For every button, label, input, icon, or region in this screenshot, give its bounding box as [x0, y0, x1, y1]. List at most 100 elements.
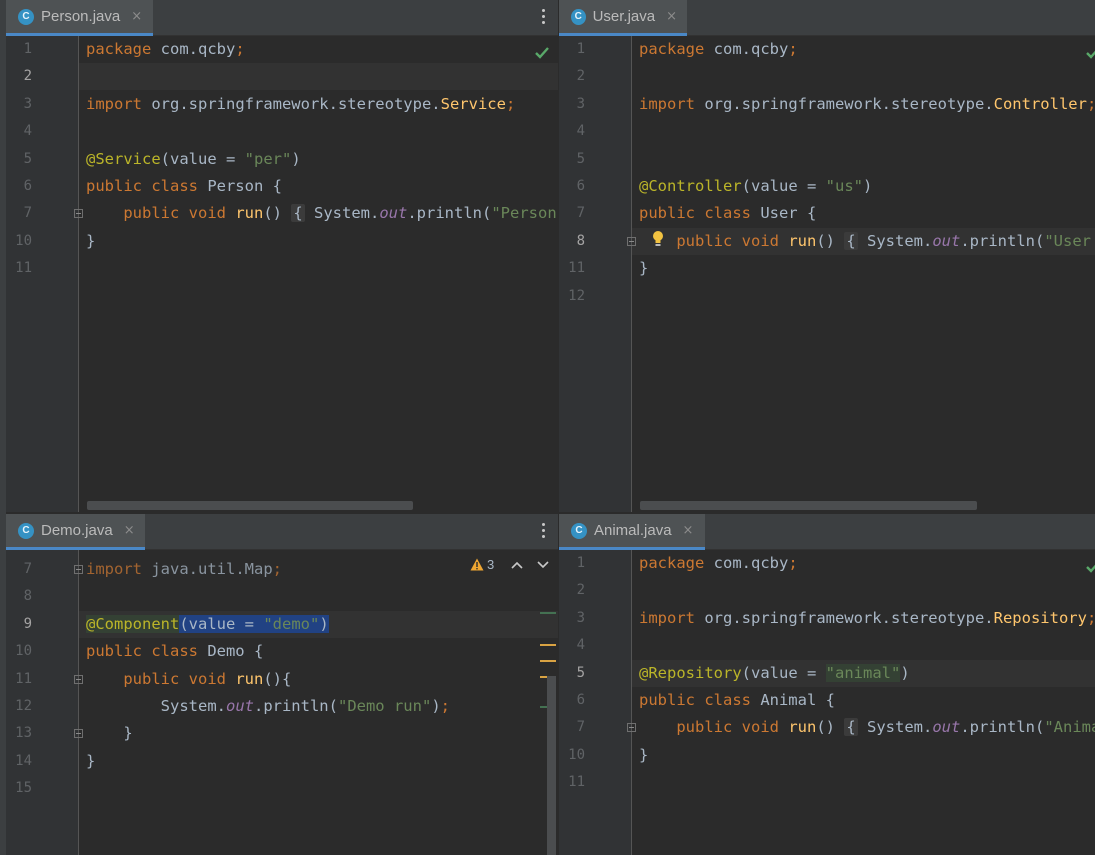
code-line[interactable]: public void run() { System.out.println("…: [639, 228, 1095, 255]
code-line[interactable]: }: [639, 742, 1095, 769]
close-icon[interactable]: ×: [666, 9, 677, 24]
line-number: 2: [23, 68, 32, 85]
horizontal-scrollbar[interactable]: [640, 501, 977, 510]
fold-icon[interactable]: [74, 729, 83, 739]
code-line[interactable]: [86, 118, 558, 145]
code-line[interactable]: package com.qcby;: [639, 36, 1095, 63]
code-line[interactable]: }: [639, 255, 1095, 282]
line-number: 3: [576, 609, 585, 626]
class-icon: C: [18, 522, 34, 539]
code-line[interactable]: package com.qcby;: [639, 550, 1095, 577]
code-line[interactable]: [639, 146, 1095, 173]
line-number: 6: [23, 178, 32, 194]
fold-icon[interactable]: [627, 236, 636, 246]
tab-user-java[interactable]: C User.java ×: [559, 0, 687, 36]
code-line[interactable]: import org.springframework.stereotype.Se…: [86, 91, 558, 118]
code-line[interactable]: @Controller(value = "us"): [639, 173, 1095, 200]
code-line[interactable]: [639, 63, 1095, 90]
class-icon: C: [571, 8, 586, 25]
code-line[interactable]: [639, 632, 1095, 659]
warning-marker[interactable]: [540, 660, 556, 662]
line-number: 12: [15, 698, 32, 714]
code-line[interactable]: [639, 283, 1095, 310]
tab-person-java[interactable]: C Person.java ×: [6, 0, 153, 36]
horizontal-scrollbar[interactable]: [87, 501, 413, 510]
editor-pane-demo: C Demo.java × 7 import java.util.Map; 8 9 @C…: [6, 514, 558, 855]
code-line[interactable]: package com.qcby;: [86, 36, 558, 63]
code-line[interactable]: @Component(value = "demo"): [86, 611, 558, 638]
code-line[interactable]: public class Person {: [86, 173, 558, 200]
code-line[interactable]: public void run() { System.out.println("…: [639, 714, 1095, 741]
line-number: 6: [576, 692, 585, 708]
code-line[interactable]: }: [86, 748, 558, 775]
line-number: 2: [576, 68, 585, 85]
more-options-icon[interactable]: [540, 523, 546, 538]
code-line[interactable]: import org.springframework.stereotype.Re…: [639, 605, 1095, 632]
line-number: 1: [576, 555, 585, 571]
code-line[interactable]: public class User {: [639, 200, 1095, 227]
tab-label: User.java: [592, 8, 656, 25]
line-number: 12: [568, 287, 585, 304]
tab-bar: C User.java ×: [559, 0, 1095, 36]
checkmark-icon: [1086, 50, 1095, 59]
editor-pane-animal: C Animal.java × 1 package com.qcby; 2 3 impo…: [559, 514, 1095, 855]
code-line[interactable]: [639, 577, 1095, 604]
code-line[interactable]: import org.springframework.stereotype.Co…: [639, 91, 1095, 118]
editor-pane-user: C User.java × 1 package com.qcby; 2 3 import…: [559, 0, 1095, 512]
editor-pane-person: C Person.java × 1 package com.qcby; 2 3 impo…: [6, 0, 558, 512]
warning-icon: [470, 558, 484, 571]
tab-label: Animal.java: [594, 522, 672, 539]
lightbulb-icon[interactable]: [651, 230, 665, 248]
fold-icon[interactable]: [74, 565, 83, 574]
code-line[interactable]: public class Animal {: [639, 687, 1095, 714]
code-line[interactable]: @Repository(value = "animal"): [639, 660, 1095, 687]
tab-label: Person.java: [41, 8, 121, 25]
tab-demo-java[interactable]: C Demo.java ×: [6, 514, 145, 550]
chevron-up-icon[interactable]: [511, 560, 523, 570]
fold-icon[interactable]: [627, 723, 636, 733]
code-line[interactable]: @Service(value = "per"): [86, 146, 558, 173]
warning-marker[interactable]: [540, 644, 556, 646]
tab-bar: C Person.java ×: [6, 0, 558, 36]
code-line[interactable]: [86, 255, 558, 282]
code-line[interactable]: }: [86, 720, 558, 747]
code-line[interactable]: [86, 775, 558, 802]
line-number: 7: [23, 561, 32, 577]
line-number: 5: [576, 664, 585, 681]
code-line[interactable]: [86, 583, 558, 610]
line-number: 6: [576, 178, 585, 194]
line-number: 5: [23, 150, 32, 167]
code-line[interactable]: }: [86, 228, 558, 255]
line-number: 4: [576, 637, 585, 654]
code-line[interactable]: public class Demo {: [86, 638, 558, 665]
line-number: 1: [576, 41, 585, 57]
tab-animal-java[interactable]: C Animal.java ×: [559, 514, 705, 550]
change-marker: [540, 612, 556, 614]
fold-icon[interactable]: [74, 209, 83, 219]
line-number: 13: [15, 725, 32, 742]
chevron-down-icon[interactable]: [537, 560, 549, 570]
line-number: 5: [576, 150, 585, 167]
line-number: 7: [23, 205, 32, 222]
line-number: 10: [15, 232, 32, 249]
line-number: 10: [15, 643, 32, 660]
code-line[interactable]: public void run(){: [86, 666, 558, 693]
code-line[interactable]: [639, 769, 1095, 796]
checkmark-icon: [535, 47, 549, 59]
close-icon[interactable]: ×: [124, 523, 135, 538]
more-options-icon[interactable]: [540, 9, 546, 24]
code-line[interactable]: System.out.println("Demo run");: [86, 693, 558, 720]
close-icon[interactable]: ×: [683, 523, 694, 538]
code-line[interactable]: [639, 118, 1095, 145]
line-number: 11: [15, 670, 32, 687]
class-icon: C: [571, 522, 587, 539]
inspection-widget[interactable]: 3: [470, 557, 494, 572]
checkmark-icon: [1086, 564, 1095, 573]
close-icon[interactable]: ×: [131, 9, 142, 24]
line-number: 11: [568, 260, 585, 277]
vertical-scrollbar[interactable]: [547, 676, 556, 855]
code-line[interactable]: [86, 63, 558, 90]
line-number: 4: [23, 123, 32, 140]
fold-icon[interactable]: [74, 674, 83, 684]
code-line[interactable]: public void run() { System.out.println("…: [86, 200, 558, 227]
